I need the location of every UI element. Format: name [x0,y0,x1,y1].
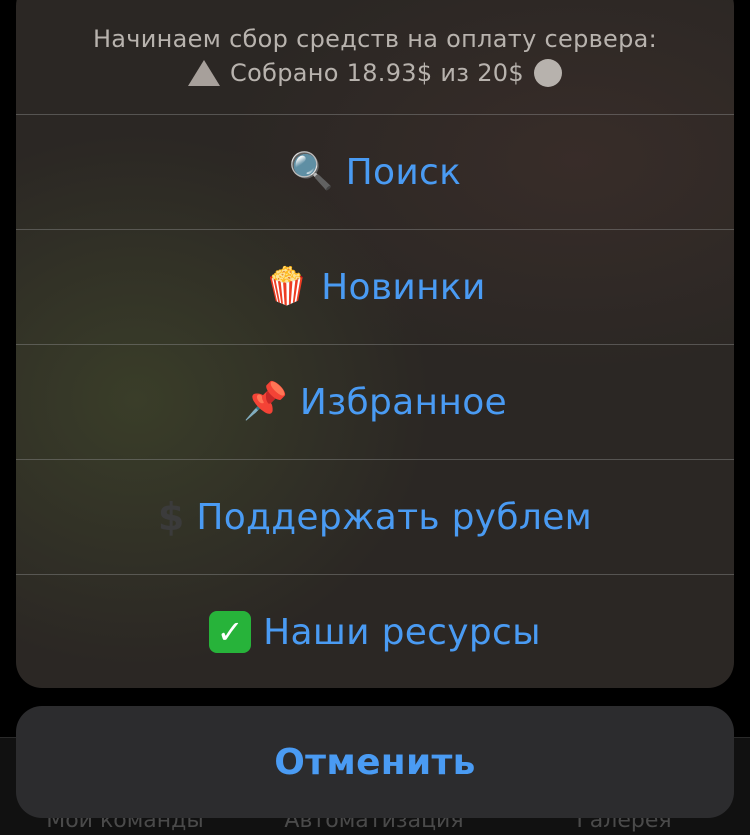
action-sheet: Начинаем сбор средств на оплату сервера:… [16,0,734,688]
action-our-resources[interactable]: ✓ Наши ресурсы [16,574,734,688]
cancel-button[interactable]: Отменить [16,706,734,818]
gray-circle-icon [533,59,562,87]
magnifier-icon: 🔍 [288,151,334,192]
action-label: Наши ресурсы [263,611,541,653]
action-label: Новинки [321,266,486,308]
fundraising-progress: Собрано 18.93$ из 20$ [16,58,734,88]
fundraising-message: Начинаем сбор средств на оплату сервера: [92,25,658,53]
action-label: Избранное [299,381,507,423]
action-new-releases[interactable]: 🍿 Новинки [16,229,734,344]
cancel-label: Отменить [274,741,476,783]
action-label: Поиск [345,151,462,193]
sheet-header: Начинаем сбор средств на оплату сервера:… [16,0,734,114]
action-label: Поддержать рублем [196,496,593,538]
warning-triangle-icon [188,60,221,86]
dollar-icon: $ [157,495,185,539]
fundraising-progress-text: Собрано 18.93$ из 20$ [230,59,524,87]
action-support-ruble[interactable]: $ Поддержать рублем [16,459,734,574]
popcorn-icon: 🍿 [264,266,310,307]
checkmark-icon: ✓ [209,611,252,653]
screen: Мои команды Автоматизация Галерея Начина… [0,0,750,835]
action-favorites[interactable]: 📌 Избранное [16,344,734,459]
pushpin-icon: 📌 [243,381,288,422]
action-search[interactable]: 🔍 Поиск [16,114,734,229]
